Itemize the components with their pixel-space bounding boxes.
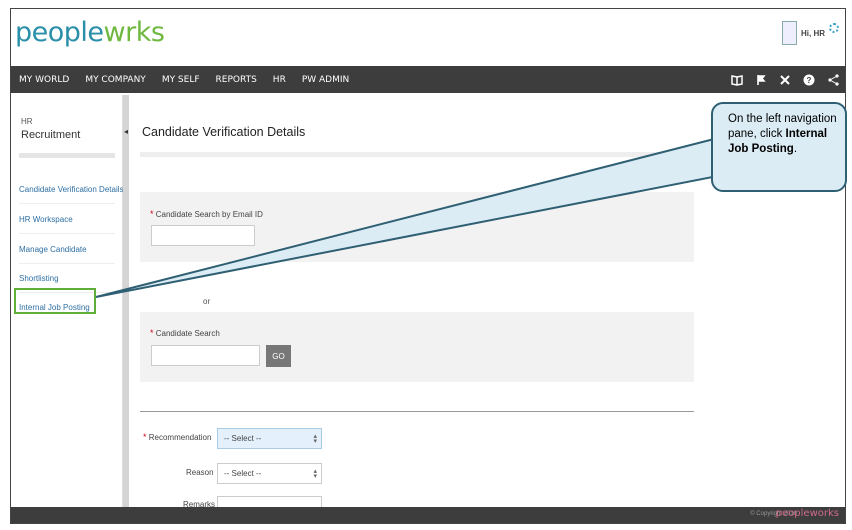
email-search-input[interactable]: [151, 225, 255, 246]
sidebar-separator: [19, 233, 115, 234]
instruction-callout: On the left navigation pane, click Inter…: [711, 102, 847, 192]
required-asterisk-icon: *: [150, 328, 154, 338]
user-area: Hi, HR: [782, 21, 839, 45]
sidebar-item-hr-workspace[interactable]: HR Workspace: [19, 215, 73, 224]
candidate-search-label: Candidate Search: [155, 329, 220, 338]
avatar[interactable]: [782, 21, 797, 45]
recommendation-label-row: * Recommendation: [143, 432, 211, 442]
nav-item-hr[interactable]: HR: [273, 75, 286, 85]
chevron-left-icon[interactable]: ◂: [124, 127, 128, 136]
email-search-label: Candidate Search by Email ID: [155, 210, 263, 219]
recommendation-label: Recommendation: [148, 433, 212, 442]
footer: © Copyright 2016 peopleworks: [11, 507, 845, 523]
logo-text-4: rks: [125, 17, 165, 48]
email-search-panel: * Candidate Search by Email ID: [140, 192, 694, 262]
page-title: Candidate Verification Details: [142, 125, 306, 139]
or-separator: or: [203, 297, 211, 306]
help-icon[interactable]: ?: [803, 74, 815, 86]
gear-icon[interactable]: [829, 23, 839, 33]
section-divider: [140, 411, 694, 412]
callout-text-end: .: [793, 142, 798, 155]
nav-item-my-self[interactable]: MY SELF: [162, 75, 200, 85]
candidate-search-input[interactable]: [151, 345, 260, 366]
candidate-search-label-row: * Candidate Search: [150, 328, 220, 338]
sidebar-item-shortlisting[interactable]: Shortlisting: [19, 274, 59, 283]
nav-item-reports[interactable]: REPORTS: [216, 75, 257, 85]
candidate-search-panel: * Candidate Search GO: [140, 312, 694, 382]
sidebar-separator: [19, 263, 115, 264]
module-group-label: HR: [21, 117, 33, 126]
select-caret-icon: ▴ ▾: [313, 433, 317, 445]
nav-item-pw-admin[interactable]: PW ADMIN: [302, 75, 349, 85]
recommendation-select[interactable]: -- Select -- ▴ ▾: [217, 428, 322, 449]
internal-job-posting-highlight: [14, 288, 96, 314]
nav-item-my-world[interactable]: MY WORLD: [19, 75, 69, 85]
user-greeting[interactable]: Hi, HR: [801, 29, 825, 38]
logo-text-3: w: [103, 17, 126, 48]
book-icon[interactable]: [731, 74, 743, 86]
app-window: peoplewrks Hi, HR MY WORLD MY COMPANY MY…: [10, 8, 846, 524]
title-rule: [140, 152, 694, 157]
nav-item-my-company[interactable]: MY COMPANY: [85, 75, 146, 85]
logo-text-1: pe: [15, 17, 48, 48]
nav-icons: ?: [731, 66, 839, 93]
go-button[interactable]: GO: [266, 345, 291, 367]
sidebar-rule: [19, 153, 115, 158]
module-title: Recruitment: [21, 129, 81, 141]
reason-select[interactable]: -- Select -- ▴ ▾: [217, 463, 322, 484]
share-icon[interactable]: [827, 73, 839, 86]
tools-icon[interactable]: [779, 74, 791, 86]
sidebar-item-candidate-verification[interactable]: Candidate Verification Details: [19, 185, 124, 194]
footer-logo: peopleworks: [776, 508, 839, 519]
reason-select-value: -- Select --: [224, 469, 262, 478]
sidebar-separator: [19, 203, 115, 204]
flag-icon[interactable]: [755, 74, 767, 86]
svg-text:?: ?: [807, 76, 812, 85]
reason-label: Reason: [186, 468, 214, 477]
logo-text-2: ople: [47, 17, 104, 48]
footer-logo-text: peopleworks: [775, 508, 839, 519]
main-nav: MY WORLD MY COMPANY MY SELF REPORTS HR P…: [11, 66, 845, 93]
top-header: peoplewrks Hi, HR: [11, 9, 845, 65]
sidebar-item-manage-candidate[interactable]: Manage Candidate: [19, 245, 87, 254]
email-search-label-row: * Candidate Search by Email ID: [150, 209, 263, 219]
required-asterisk-icon: *: [150, 209, 154, 219]
required-asterisk-icon: *: [143, 432, 147, 442]
select-caret-icon: ▴ ▾: [313, 468, 317, 480]
peopleworks-logo[interactable]: peoplewrks: [15, 17, 165, 48]
recommendation-select-value: -- Select --: [224, 434, 262, 443]
